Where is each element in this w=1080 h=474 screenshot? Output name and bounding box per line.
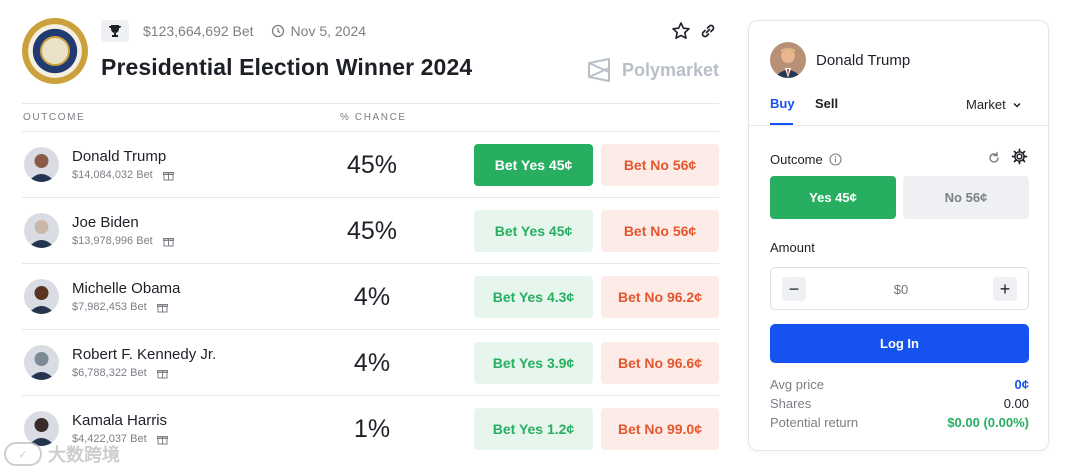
star-icon[interactable] — [671, 21, 691, 41]
table-row[interactable]: Michelle Obama $7,982,453 Bet 4% Bet Yes 4.… — [22, 263, 719, 329]
panel-candidate-name: Donald Trump — [816, 52, 911, 69]
order-type-dropdown[interactable]: Market — [966, 97, 1022, 112]
potential-return-label: Potential return — [770, 415, 859, 430]
table-row[interactable]: Kamala Harris $4,422,037 Bet 1% Bet Yes 1.2… — [22, 395, 719, 461]
candidate-volume-text: $7,982,453 Bet — [72, 301, 147, 313]
candidate-name: Robert F. Kennedy Jr. — [72, 346, 217, 363]
outcome-no-button[interactable]: No 56¢ — [903, 176, 1029, 219]
avg-price-row: Avg price 0¢ — [770, 377, 1029, 392]
column-header-chance: % CHANCE — [340, 112, 407, 123]
bet-no-button[interactable]: Bet No 99.0¢ — [601, 408, 719, 450]
market-date: Nov 5, 2024 — [290, 23, 367, 39]
tab-buy[interactable]: Buy — [770, 96, 795, 111]
candidate-name: Donald Trump — [72, 148, 167, 165]
gift-icon[interactable] — [162, 236, 174, 247]
presidential-seal-logo — [22, 18, 88, 84]
gift-icon[interactable] — [162, 170, 174, 181]
avatar — [24, 279, 59, 314]
chance-value: 45% — [346, 151, 398, 179]
outcome-label: Outcome — [770, 152, 823, 167]
bet-yes-button[interactable]: Bet Yes 45¢ — [474, 144, 593, 186]
page-title: Presidential Election Winner 2024 — [101, 54, 473, 80]
bet-no-button[interactable]: Bet No 96.2¢ — [601, 276, 719, 318]
avatar — [24, 147, 59, 182]
chance-value: 1% — [353, 415, 391, 443]
candidate-volume: $7,982,453 Bet — [72, 301, 168, 313]
potential-return-row: Potential return $0.00 (0.00%) — [770, 415, 1029, 430]
market-volume: $123,664,692 Bet — [143, 23, 254, 39]
info-icon[interactable] — [829, 153, 842, 166]
decrement-button[interactable]: − — [782, 277, 806, 301]
table-row[interactable]: Donald Trump $14,084,032 Bet 45% Bet Yes 45… — [22, 131, 719, 197]
watermark: ✓ 大数跨境 — [4, 441, 120, 467]
bet-yes-button[interactable]: Bet Yes 4.3¢ — [474, 276, 593, 318]
gift-icon[interactable] — [156, 302, 168, 313]
increment-button[interactable]: + — [993, 277, 1017, 301]
table-divider — [22, 103, 719, 104]
refresh-icon[interactable] — [986, 150, 1002, 171]
brand-name: Polymarket — [622, 59, 720, 80]
trade-panel: Donald Trump Buy Sell Market Outcome Yes… — [748, 20, 1049, 451]
candidate-volume-text: $6,788,322 Bet — [72, 367, 147, 379]
candidate-volume-text: $14,084,032 Bet — [72, 169, 153, 181]
tab-sell[interactable]: Sell — [815, 96, 838, 111]
panel-divider — [749, 125, 1048, 126]
order-type-label: Market — [966, 97, 1006, 112]
amount-input[interactable] — [821, 277, 981, 301]
candidate-volume-text: $13,978,996 Bet — [72, 235, 153, 247]
link-icon[interactable] — [699, 22, 717, 40]
gift-icon[interactable] — [156, 434, 168, 445]
candidate-volume: $6,788,322 Bet — [72, 367, 168, 379]
bet-no-button[interactable]: Bet No 96.6¢ — [601, 342, 719, 384]
avatar — [770, 42, 806, 78]
watermark-text: 大数跨境 — [48, 445, 120, 465]
shares-value: 0.00 — [1003, 396, 1029, 411]
avatar — [24, 213, 59, 248]
candidate-volume: $13,978,996 Bet — [72, 235, 174, 247]
candidate-name: Joe Biden — [72, 214, 139, 231]
outcome-yes-button[interactable]: Yes 45¢ — [770, 176, 896, 219]
avg-price-value: 0¢ — [1014, 377, 1029, 392]
bet-no-button[interactable]: Bet No 56¢ — [601, 210, 719, 252]
chance-value: 45% — [346, 217, 398, 245]
polymarket-logo: Polymarket — [586, 57, 719, 83]
avg-price-label: Avg price — [770, 377, 824, 392]
bet-no-button[interactable]: Bet No 56¢ — [601, 144, 719, 186]
gift-icon[interactable] — [156, 368, 168, 379]
clock-icon — [271, 24, 285, 38]
amount-label: Amount — [770, 240, 815, 255]
potential-return-value: $0.00 (0.00%) — [947, 415, 1029, 430]
trophy-icon — [101, 20, 129, 42]
shares-label: Shares — [770, 396, 812, 411]
bet-yes-button[interactable]: Bet Yes 1.2¢ — [474, 408, 593, 450]
shares-row: Shares 0.00 — [770, 396, 1029, 411]
avatar — [24, 345, 59, 380]
table-row[interactable]: Robert F. Kennedy Jr. $6,788,322 Bet 4% Bet… — [22, 329, 719, 395]
candidate-name: Kamala Harris — [72, 412, 168, 429]
amount-field: − + — [770, 267, 1029, 310]
outcome-label-row: Outcome — [770, 152, 842, 167]
column-header-outcome: OUTCOME — [23, 112, 86, 123]
chance-value: 4% — [353, 349, 391, 377]
candidate-volume: $14,084,032 Bet — [72, 169, 174, 181]
bet-yes-button[interactable]: Bet Yes 3.9¢ — [474, 342, 593, 384]
market-meta: $123,664,692 Bet Nov 5, 2024 — [101, 19, 366, 43]
chevron-down-icon — [1013, 102, 1021, 108]
chance-value: 4% — [353, 283, 391, 311]
login-button[interactable]: Log In — [770, 324, 1029, 363]
candidate-name: Michelle Obama — [72, 280, 181, 297]
gear-icon[interactable] — [1011, 148, 1028, 170]
bet-yes-button[interactable]: Bet Yes 45¢ — [474, 210, 593, 252]
watermark-logo-icon: ✓ — [4, 442, 42, 466]
table-row[interactable]: Joe Biden $13,978,996 Bet 45% Bet Yes 45¢ Be… — [22, 197, 719, 263]
